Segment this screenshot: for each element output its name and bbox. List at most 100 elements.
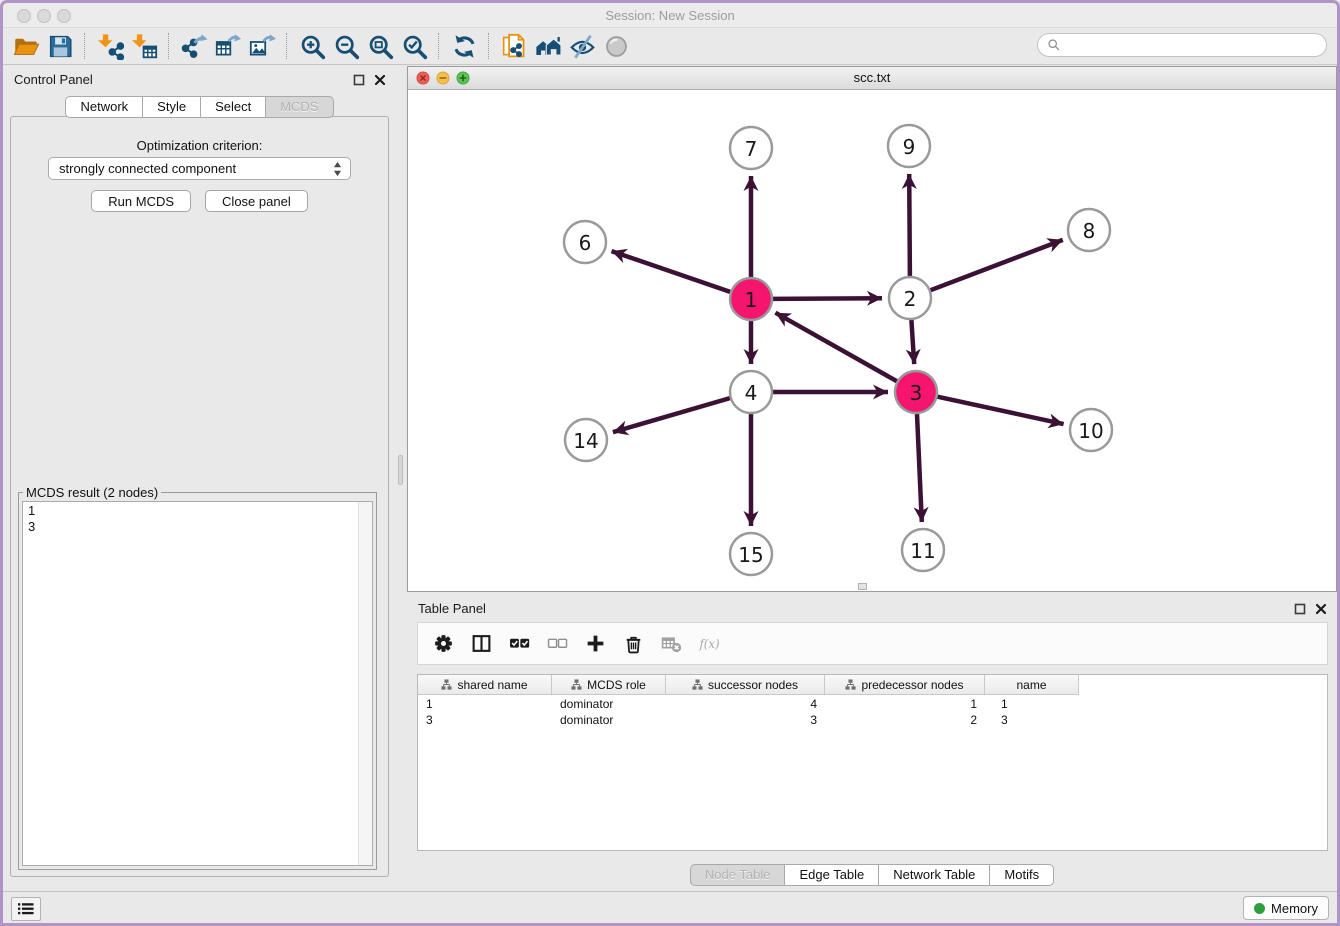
- table-settings-icon[interactable]: [432, 633, 454, 655]
- zoom-selected-icon[interactable]: [399, 31, 429, 61]
- column-header-successor-nodes[interactable]: successor nodes: [666, 675, 825, 695]
- tab-network-table[interactable]: Network Table: [879, 864, 990, 886]
- delete-table-icon: [660, 633, 682, 655]
- result-line: 1: [28, 503, 367, 519]
- close-panel-icon[interactable]: [374, 73, 386, 85]
- zoom-in-icon[interactable]: [297, 31, 327, 61]
- column-layout-icon[interactable]: [470, 633, 492, 655]
- criterion-select[interactable]: strongly connected component: [48, 157, 351, 180]
- network-view-title: scc.txt: [408, 67, 1336, 89]
- home-icon[interactable]: [533, 31, 563, 61]
- clone-network-icon[interactable]: [499, 31, 529, 61]
- search-box[interactable]: [1037, 33, 1327, 57]
- table-cell[interactable]: 3: [418, 712, 552, 728]
- task-history-button[interactable]: [11, 897, 41, 921]
- table-cell[interactable]: 2: [825, 712, 985, 728]
- float-panel-icon[interactable]: [353, 73, 365, 85]
- delete-column-icon[interactable]: [622, 633, 644, 655]
- column-header-name[interactable]: name: [985, 675, 1079, 695]
- zoom-fit-icon[interactable]: [365, 31, 395, 61]
- toggle-graphics-details-icon[interactable]: [567, 31, 597, 61]
- search-icon: [1047, 38, 1061, 52]
- minimize-view-button[interactable]: [436, 71, 450, 85]
- toolbar-separator: [286, 33, 288, 59]
- attribute-tree-icon: [571, 679, 582, 690]
- column-header-MCDS-role[interactable]: MCDS role: [552, 675, 666, 695]
- attribute-tree-icon: [692, 679, 703, 690]
- table-toolbar: f(x): [417, 622, 1328, 665]
- zoom-view-button[interactable]: [456, 71, 470, 85]
- close-panel-button[interactable]: Close panel: [205, 190, 308, 212]
- graph-edge-2-9[interactable]: [909, 174, 910, 276]
- graph-edge-2-8[interactable]: [931, 240, 1063, 290]
- control-panel-title: Control Panel: [14, 72, 93, 87]
- table-cell[interactable]: 1: [418, 696, 552, 712]
- mcds-result-text[interactable]: 13: [22, 501, 373, 866]
- svg-text:f(x): f(x): [698, 637, 720, 651]
- memory-status-icon: [1254, 903, 1265, 914]
- zoom-out-icon[interactable]: [331, 31, 361, 61]
- import-network-icon[interactable]: [95, 31, 125, 61]
- add-column-icon[interactable]: [584, 633, 606, 655]
- table-cell[interactable]: 3: [666, 712, 825, 728]
- table-row[interactable]: 3dominator323: [418, 712, 1327, 728]
- import-table-icon[interactable]: [129, 31, 159, 61]
- graph-edge-3-11[interactable]: [917, 414, 922, 522]
- tab-mcds[interactable]: MCDS: [266, 96, 333, 118]
- table-cell[interactable]: dominator: [552, 696, 666, 712]
- tab-style[interactable]: Style: [143, 96, 201, 118]
- table-cell[interactable]: dominator: [552, 712, 666, 728]
- graph-edge-1-2[interactable]: [773, 298, 882, 299]
- graph-node-label: 8: [1083, 219, 1096, 243]
- criterion-value: strongly connected component: [59, 161, 236, 176]
- graph-node-label: 7: [745, 137, 758, 161]
- tab-motifs[interactable]: Motifs: [990, 864, 1054, 886]
- graph-edge-1-6[interactable]: [612, 251, 731, 292]
- result-scrollbar[interactable]: [358, 502, 372, 865]
- tab-edge-table[interactable]: Edge Table: [785, 864, 879, 886]
- float-table-panel-icon[interactable]: [1294, 602, 1306, 614]
- tab-select[interactable]: Select: [201, 96, 266, 118]
- canvas-resize-handle[interactable]: [858, 583, 867, 590]
- attribute-tree-icon: [441, 679, 452, 690]
- graph-edge-2-3[interactable]: [911, 320, 914, 364]
- run-mcds-button[interactable]: Run MCDS: [91, 190, 191, 212]
- memory-button[interactable]: Memory: [1243, 896, 1329, 920]
- save-session-icon[interactable]: [45, 31, 75, 61]
- graph-node-label: 14: [573, 429, 598, 453]
- export-table-icon[interactable]: [213, 31, 243, 61]
- network-canvas[interactable]: 7968124314101511: [408, 90, 1336, 591]
- table-row[interactable]: 1dominator411: [418, 696, 1327, 712]
- birds-eye-view-icon: [601, 31, 631, 61]
- graph-edge-3-10[interactable]: [938, 397, 1064, 424]
- graph-node-label: 3: [910, 381, 923, 405]
- table-cell[interactable]: 1: [985, 696, 1079, 712]
- status-bar: Memory: [3, 891, 1337, 923]
- column-header-predecessor-nodes[interactable]: predecessor nodes: [825, 675, 985, 695]
- graph-edge-4-14[interactable]: [613, 398, 730, 432]
- graph-node-label: 15: [738, 543, 763, 567]
- toolbar-separator: [84, 33, 86, 59]
- tab-network[interactable]: Network: [65, 96, 143, 118]
- export-network-icon[interactable]: [179, 31, 209, 61]
- search-input[interactable]: [1066, 37, 1317, 54]
- export-image-icon[interactable]: [247, 31, 277, 61]
- toolbar-separator: [438, 33, 440, 59]
- panel-split-handle[interactable]: [398, 455, 403, 485]
- refresh-layout-icon[interactable]: [449, 31, 479, 61]
- graph-edge-3-1[interactable]: [775, 313, 896, 382]
- tab-node-table[interactable]: Node Table: [690, 864, 786, 886]
- table-cell[interactable]: 3: [985, 712, 1079, 728]
- network-window-titlebar[interactable]: scc.txt: [408, 67, 1336, 90]
- table-cell[interactable]: 1: [825, 696, 985, 712]
- main-toolbar: [3, 28, 1337, 65]
- unselect-all-columns-icon[interactable]: [546, 633, 568, 655]
- table-cell[interactable]: 4: [666, 696, 825, 712]
- open-session-icon[interactable]: [11, 31, 41, 61]
- graph-node-label: 11: [910, 539, 935, 563]
- select-all-columns-icon[interactable]: [508, 633, 530, 655]
- close-view-button[interactable]: [416, 71, 430, 85]
- close-table-panel-icon[interactable]: [1315, 602, 1327, 614]
- graph-node-label: 1: [745, 288, 758, 312]
- column-header-shared-name[interactable]: shared name: [418, 675, 552, 695]
